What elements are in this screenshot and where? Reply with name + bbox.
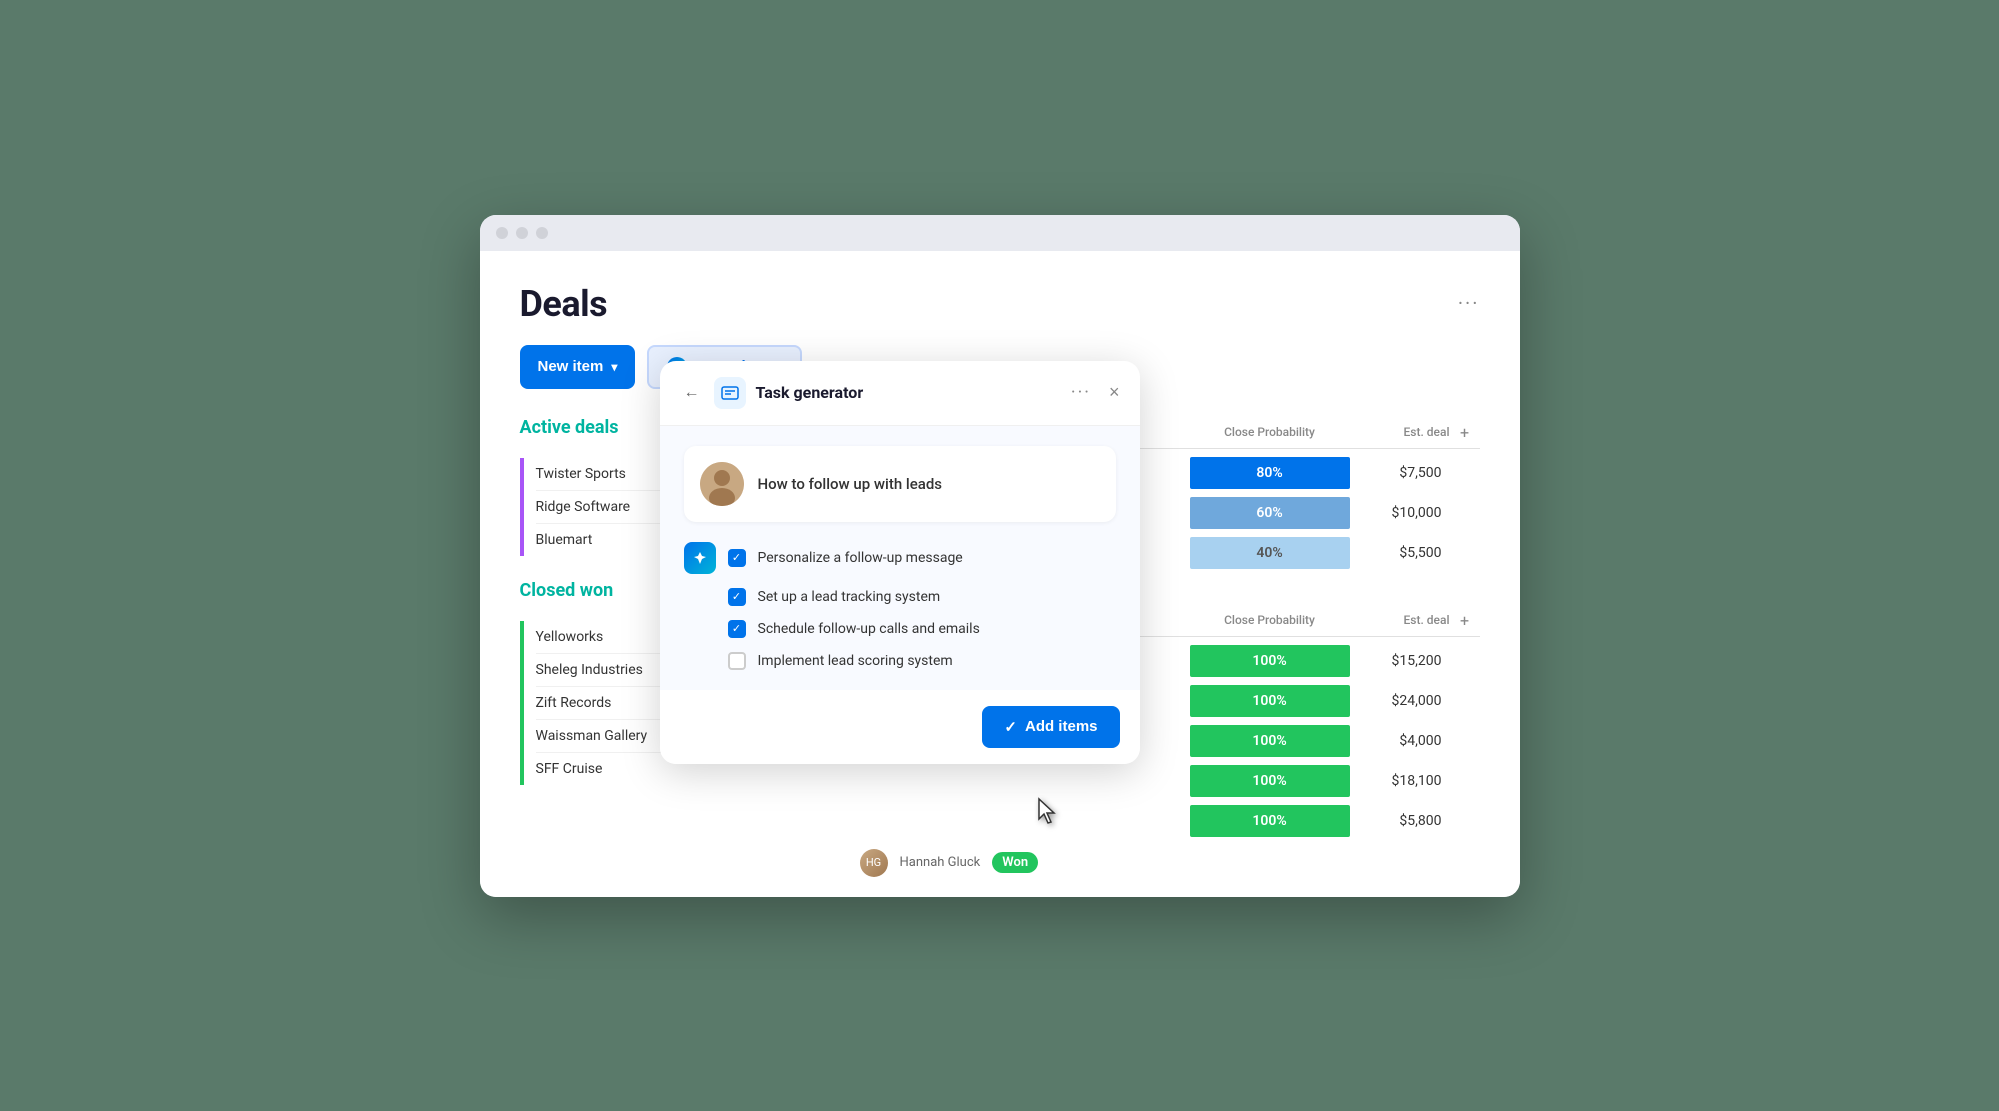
task-row: ✓ Personalize a follow-up message xyxy=(684,542,1116,574)
app-content: Deals ··· New item ▾ A AI Assistant Acti… xyxy=(480,251,1520,897)
assignee-name: Hannah Gluck xyxy=(900,855,981,870)
modal-close-button[interactable]: × xyxy=(1109,382,1120,403)
browser-dot-yellow xyxy=(516,227,528,239)
prob-header: Close Probability xyxy=(1190,425,1350,439)
checkmark-icon: ✓ xyxy=(1004,718,1017,736)
deal-header: Est. deal xyxy=(1350,425,1450,439)
task-checkbox[interactable]: ✓ xyxy=(728,620,746,638)
task-generator-modal: ← Task generator ··· × xyxy=(660,361,1140,764)
browser-dot-red xyxy=(496,227,508,239)
user-avatar xyxy=(700,462,744,506)
deal-header: Est. deal xyxy=(1350,613,1450,627)
table-row: 100% $5,800 xyxy=(760,801,1480,841)
chevron-down-icon: ▾ xyxy=(611,360,617,374)
deal-value-cell: $5,500 xyxy=(1350,545,1450,561)
new-item-button[interactable]: New item ▾ xyxy=(520,345,636,389)
task-row: ✓ Set up a lead tracking system xyxy=(684,588,1116,606)
active-deals-title: Active deals xyxy=(520,417,619,438)
probability-cell: 100% xyxy=(1190,685,1350,717)
ai-icon xyxy=(684,542,716,574)
probability-cell: 100% xyxy=(1190,645,1350,677)
new-item-label: New item xyxy=(538,358,604,375)
assignee-avatar: HG xyxy=(860,849,888,877)
task-label: Schedule follow-up calls and emails xyxy=(758,621,980,637)
deal-value-cell: $18,100 xyxy=(1350,773,1450,789)
probability-cell: 100% xyxy=(1190,725,1350,757)
browser-bar xyxy=(480,215,1520,251)
task-label: Personalize a follow-up message xyxy=(758,550,963,566)
more-options-icon[interactable]: ··· xyxy=(1458,291,1480,315)
page-title: Deals xyxy=(520,283,608,325)
modal-header: ← Task generator ··· × xyxy=(660,361,1140,426)
add-col-header[interactable]: + xyxy=(1450,423,1480,442)
task-row: Implement lead scoring system xyxy=(684,652,1116,670)
table-row: 100% $18,100 xyxy=(760,761,1480,801)
task-checkbox[interactable]: ✓ xyxy=(728,549,746,567)
task-row: ✓ Schedule follow-up calls and emails xyxy=(684,620,1116,638)
task-checkbox[interactable]: ✓ xyxy=(728,588,746,606)
add-items-button[interactable]: ✓ Add items xyxy=(982,706,1119,748)
probability-cell: 100% xyxy=(1190,805,1350,837)
browser-dot-green xyxy=(536,227,548,239)
prompt-row: How to follow up with leads xyxy=(684,446,1116,522)
probability-cell: 100% xyxy=(1190,765,1350,797)
task-label: Set up a lead tracking system xyxy=(758,589,941,605)
tasks-list: ✓ Personalize a follow-up message ✓ Set … xyxy=(684,542,1116,670)
add-items-label: Add items xyxy=(1025,718,1098,735)
modal-title: Task generator xyxy=(756,383,1061,402)
deal-value-cell: $4,000 xyxy=(1350,733,1450,749)
modal-back-button[interactable]: ← xyxy=(680,380,704,406)
browser-window: Deals ··· New item ▾ A AI Assistant Acti… xyxy=(480,215,1520,897)
status-badge: Won xyxy=(992,852,1038,873)
probability-cell: 60% xyxy=(1190,497,1350,529)
modal-footer: ✓ Add items xyxy=(660,690,1140,764)
deal-value-cell: $7,500 xyxy=(1350,465,1450,481)
prompt-text: How to follow up with leads xyxy=(758,475,943,493)
deal-value-cell: $15,200 xyxy=(1350,653,1450,669)
task-label: Implement lead scoring system xyxy=(758,653,953,669)
probability-cell: 80% xyxy=(1190,457,1350,489)
modal-icon xyxy=(714,377,746,409)
task-checkbox[interactable] xyxy=(728,652,746,670)
deal-value-cell: $24,000 xyxy=(1350,693,1450,709)
deal-value-cell: $10,000 xyxy=(1350,505,1450,521)
modal-more-icon[interactable]: ··· xyxy=(1071,382,1091,403)
closed-won-title: Closed won xyxy=(520,580,614,601)
cursor xyxy=(1035,797,1063,829)
probability-cell: 40% xyxy=(1190,537,1350,569)
prob-header: Close Probability xyxy=(1190,613,1350,627)
bottom-row: HG Hannah Gluck Won xyxy=(860,849,1039,877)
add-col-header[interactable]: + xyxy=(1450,611,1480,630)
modal-body: How to follow up with leads ✓ Personaliz… xyxy=(660,426,1140,690)
deal-value-cell: $5,800 xyxy=(1350,813,1450,829)
page-header: Deals ··· xyxy=(520,283,1480,325)
